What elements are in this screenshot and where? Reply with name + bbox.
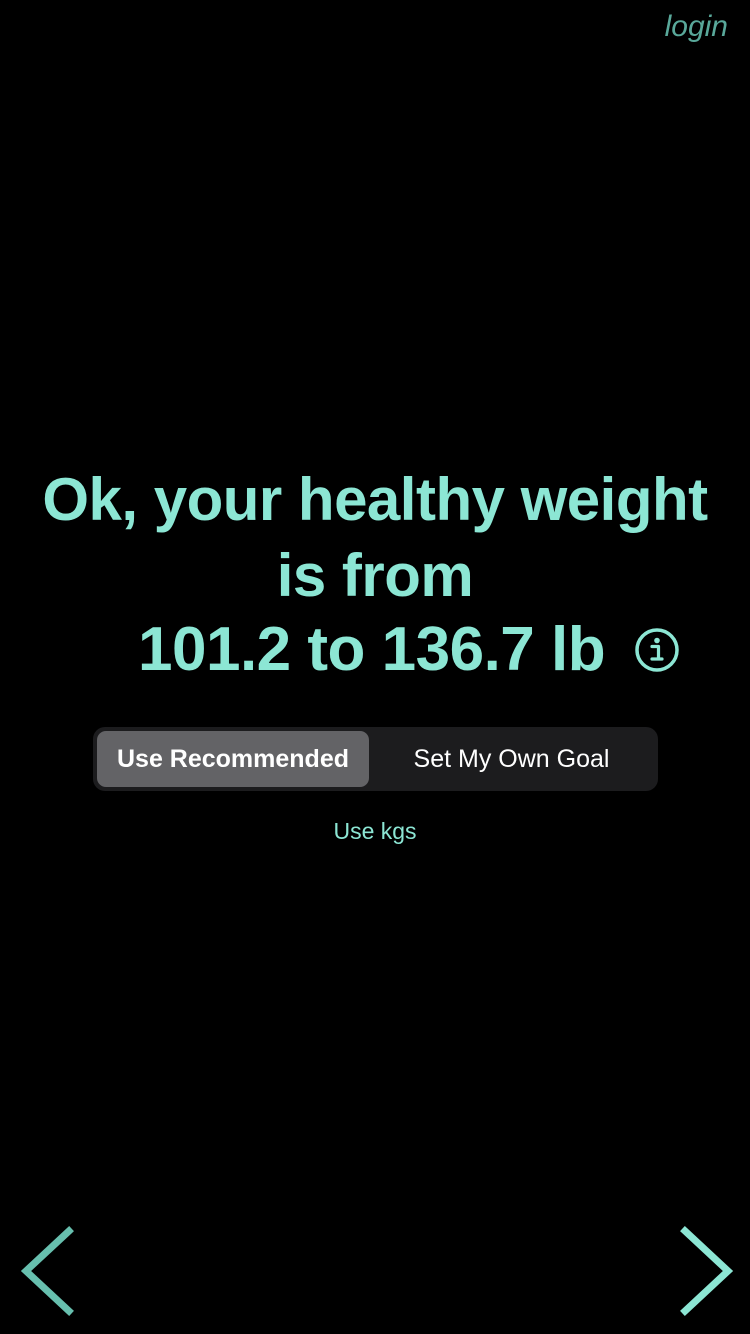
headline: Ok, your healthy weight is from <box>0 462 750 614</box>
login-link[interactable]: login <box>665 10 728 44</box>
info-circle-icon[interactable] <box>634 627 680 673</box>
chevron-right-icon[interactable] <box>676 1226 736 1316</box>
chevron-left-icon[interactable] <box>18 1226 78 1316</box>
headline-line-2: is from <box>276 542 474 609</box>
use-recommended-segment[interactable]: Use Recommended <box>97 731 369 787</box>
use-kgs-link[interactable]: Use kgs <box>0 818 750 845</box>
headline-line-1: Ok, your healthy weight <box>42 466 708 533</box>
set-my-own-goal-segment[interactable]: Set My Own Goal <box>369 731 654 787</box>
goal-segmented-control: Use Recommended Set My Own Goal <box>93 727 658 791</box>
weight-range-value: 101.2 to 136.7 lb <box>138 615 606 684</box>
weight-range-row: 101.2 to 136.7 lb <box>0 612 750 688</box>
